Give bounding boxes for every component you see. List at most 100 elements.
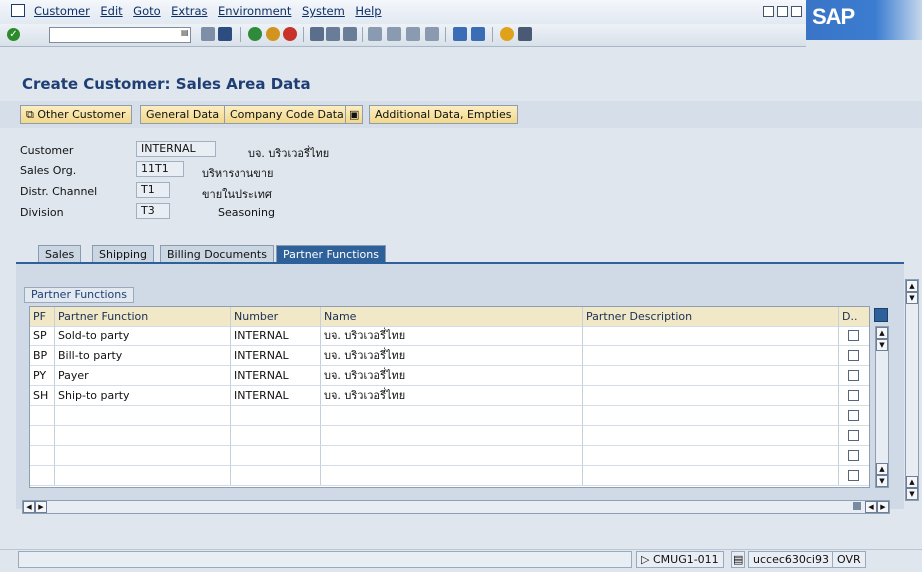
row-pf[interactable]: PY — [30, 366, 55, 385]
scroll-left-icon[interactable]: ◀ — [23, 501, 35, 513]
menu-system[interactable]: System — [302, 4, 345, 18]
column-header-partner-description[interactable]: Partner Description — [583, 307, 839, 326]
screen-scroll-page-up-icon[interactable]: ▲ — [906, 476, 918, 488]
screen-vertical-scrollbar[interactable]: ▲ ▼ ▲ ▼ — [905, 279, 919, 501]
system-details-icon[interactable]: ▤ — [731, 551, 745, 568]
column-header-partner-function[interactable]: Partner Function — [55, 307, 231, 326]
scroll-right-end-icon[interactable]: ▶ — [877, 501, 889, 513]
table-settings-icon[interactable] — [874, 308, 888, 322]
table-row-empty[interactable] — [30, 466, 869, 486]
table-row-empty[interactable] — [30, 426, 869, 446]
row-number[interactable]: INTERNAL — [231, 346, 321, 365]
scroll-right-icon[interactable]: ▶ — [35, 501, 47, 513]
row-partner-function[interactable]: Sold-to party — [55, 326, 231, 345]
table-row-empty[interactable] — [30, 406, 869, 426]
menu-goto[interactable]: Goto — [133, 4, 161, 18]
first-page-icon[interactable] — [368, 27, 382, 41]
print-icon[interactable] — [310, 27, 324, 41]
menu-help[interactable]: Help — [355, 4, 381, 18]
scroll-down-icon[interactable]: ▼ — [876, 339, 888, 351]
menu-environment[interactable]: Environment — [218, 4, 291, 18]
cancel-icon[interactable] — [283, 27, 297, 41]
column-header-default[interactable]: D.. — [839, 307, 869, 326]
last-page-icon[interactable] — [425, 27, 439, 41]
table-horizontal-scrollbar[interactable]: ◀ ▶ ◀ ▶ — [22, 500, 890, 514]
find-icon[interactable] — [326, 27, 340, 41]
minimize-icon[interactable] — [763, 6, 774, 17]
table-row[interactable]: SP Sold-to party INTERNAL บจ. บริวเวอรี่… — [30, 326, 869, 346]
row-default-checkbox[interactable] — [848, 350, 859, 361]
sales-area-icon-button[interactable]: ▣ — [345, 105, 363, 124]
row-pf[interactable]: SH — [30, 386, 55, 405]
menu-edit[interactable]: Edit — [100, 4, 122, 18]
column-header-number[interactable]: Number — [231, 307, 321, 326]
row-number[interactable]: INTERNAL — [231, 386, 321, 405]
row-default-checkbox[interactable] — [848, 450, 859, 461]
tab-sales[interactable]: Sales — [38, 245, 82, 263]
back-arrow-icon[interactable] — [201, 27, 215, 41]
other-customer-button[interactable]: ⧉ Other Customer — [20, 105, 132, 124]
row-partner-description[interactable] — [583, 366, 839, 385]
row-partner-description[interactable] — [583, 386, 839, 405]
layout-menu-icon[interactable] — [518, 27, 532, 41]
tab-shipping[interactable]: Shipping — [92, 245, 154, 263]
previous-page-icon[interactable] — [387, 27, 401, 41]
menu-extras[interactable]: Extras — [171, 4, 207, 18]
general-data-button[interactable]: General Data — [140, 105, 226, 124]
row-partner-function[interactable]: Payer — [55, 366, 231, 385]
scroll-thumb[interactable] — [853, 502, 861, 510]
help-icon[interactable] — [500, 27, 514, 41]
save-icon[interactable] — [218, 27, 232, 41]
screen-scroll-down-icon[interactable]: ▼ — [906, 292, 918, 304]
row-partner-description[interactable] — [583, 346, 839, 365]
insert-mode[interactable]: OVR — [832, 551, 866, 568]
exit-icon[interactable] — [266, 27, 280, 41]
scroll-up-icon[interactable]: ▲ — [876, 327, 888, 339]
row-default-checkbox[interactable] — [848, 430, 859, 441]
table-row-empty[interactable] — [30, 446, 869, 466]
row-number[interactable]: INTERNAL — [231, 366, 321, 385]
close-icon[interactable] — [791, 6, 802, 17]
row-pf[interactable]: BP — [30, 346, 55, 365]
table-row[interactable]: PY Payer INTERNAL บจ. บริวเวอรี่ไทย — [30, 366, 869, 386]
table-row[interactable]: SH Ship-to party INTERNAL บจ. บริวเวอรี่… — [30, 386, 869, 406]
screen-scroll-up-icon[interactable]: ▲ — [906, 280, 918, 292]
system-info[interactable]: ▷ CMUG1-011 — [636, 551, 724, 568]
row-default-checkbox[interactable] — [848, 470, 859, 481]
shortcut-icon[interactable] — [471, 27, 485, 41]
tab-partner-functions[interactable]: Partner Functions — [276, 245, 386, 263]
status-message-area[interactable] — [18, 551, 632, 568]
row-partner-function[interactable]: Bill-to party — [55, 346, 231, 365]
tab-billing-documents[interactable]: Billing Documents — [160, 245, 274, 263]
create-session-icon[interactable] — [453, 27, 467, 41]
row-default-checkbox[interactable] — [848, 410, 859, 421]
row-pf[interactable]: SP — [30, 326, 55, 345]
find-next-icon[interactable] — [343, 27, 357, 41]
additional-data-button[interactable]: Additional Data, Empties — [369, 105, 518, 124]
next-page-icon[interactable] — [406, 27, 420, 41]
menu-customer[interactable]: Customer — [34, 4, 90, 18]
command-history-icon[interactable]: ▤ — [181, 28, 189, 40]
maximize-icon[interactable] — [777, 6, 788, 17]
screen-scroll-page-down-icon[interactable]: ▼ — [906, 488, 918, 500]
back-icon[interactable] — [248, 27, 262, 41]
scroll-page-down-icon[interactable]: ▼ — [876, 475, 888, 487]
table-row[interactable]: BP Bill-to party INTERNAL บจ. บริวเวอรี่… — [30, 346, 869, 366]
row-default-checkbox[interactable] — [848, 390, 859, 401]
command-field[interactable] — [49, 27, 191, 43]
column-header-name[interactable]: Name — [321, 307, 583, 326]
row-default-checkbox[interactable] — [848, 370, 859, 381]
enter-check-icon[interactable]: ✓ — [7, 28, 20, 41]
scroll-page-up-icon[interactable]: ▲ — [876, 463, 888, 475]
window-menu-icon[interactable] — [11, 4, 25, 17]
row-partner-function[interactable]: Ship-to party — [55, 386, 231, 405]
division-field: T3 — [136, 203, 170, 219]
company-code-data-button[interactable]: Company Code Data — [224, 105, 350, 124]
column-header-pf[interactable]: PF — [30, 307, 55, 326]
customer-description: บจ. บริวเวอรี่ไทย — [248, 147, 330, 160]
row-partner-description[interactable] — [583, 326, 839, 345]
row-default-checkbox[interactable] — [848, 330, 859, 341]
scroll-left-end-icon[interactable]: ◀ — [865, 501, 877, 513]
table-vertical-scrollbar[interactable]: ▲ ▼ ▲ ▼ — [875, 326, 889, 488]
row-number[interactable]: INTERNAL — [231, 326, 321, 345]
